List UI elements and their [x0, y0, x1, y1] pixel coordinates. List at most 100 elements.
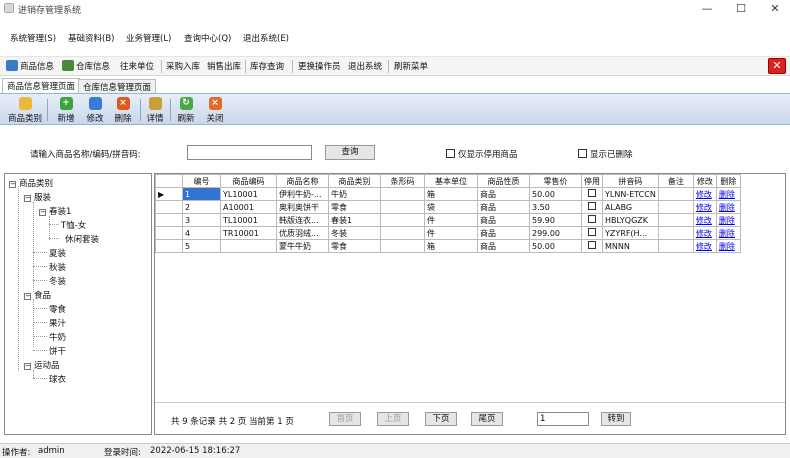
- cell-price[interactable]: 299.00: [529, 226, 582, 240]
- tree-node-juice[interactable]: 果汁: [49, 317, 66, 329]
- cell-barcode[interactable]: [380, 200, 425, 214]
- table-row[interactable]: 3 TL10001 韩版连衣... 春装1 件 商品 59.90 HBLYQGZ…: [155, 213, 741, 227]
- column-header[interactable]: 修改: [692, 174, 717, 188]
- only-disabled-checkbox[interactable]: 仅显示停用商品: [446, 148, 518, 160]
- tree-node-milk[interactable]: 牛奶: [49, 331, 66, 343]
- next-page-button[interactable]: 下页: [425, 412, 457, 426]
- tree-node-biscuits[interactable]: 饼干: [49, 345, 66, 357]
- toolbar-purchase-in[interactable]: 采购入库: [166, 60, 200, 72]
- cell-price[interactable]: 3.50: [529, 200, 582, 214]
- menu-query-center[interactable]: 查询中心(Q): [184, 32, 231, 44]
- tab-product-info[interactable]: 商品信息管理页面: [2, 78, 81, 93]
- delete-button[interactable]: × 删除: [112, 97, 134, 124]
- cell-id[interactable]: 3: [182, 213, 221, 227]
- collapse-icon[interactable]: −: [24, 293, 31, 300]
- table-row[interactable]: ▶ 1 YL10001 伊利牛奶-... 牛奶 箱 商品 50.00 YLNN-…: [155, 187, 741, 201]
- menu-business[interactable]: 业务管理(L): [126, 32, 171, 44]
- cell-barcode[interactable]: [380, 187, 425, 201]
- tree-node-snacks[interactable]: 零食: [49, 303, 66, 315]
- cell-barcode[interactable]: [380, 239, 425, 253]
- cell-name[interactable]: 优质羽绒...: [276, 226, 329, 240]
- row-header[interactable]: [155, 239, 183, 253]
- toolbar-sales-out[interactable]: 销售出库: [207, 60, 241, 72]
- goto-button[interactable]: 转到: [601, 412, 631, 426]
- column-header[interactable]: 商品性质: [477, 174, 530, 188]
- tree-root[interactable]: − 商品类别: [9, 177, 53, 189]
- tab-warehouse-info[interactable]: 仓库信息管理页面: [78, 79, 157, 93]
- cell-barcode[interactable]: [380, 226, 425, 240]
- cell-remark[interactable]: [657, 213, 694, 227]
- cell-nature[interactable]: 商品: [477, 200, 530, 214]
- delete-link[interactable]: 删除: [715, 213, 741, 227]
- cell-code[interactable]: YL10001: [220, 187, 277, 201]
- tree-node-jersey[interactable]: 球衣: [49, 373, 66, 385]
- close-window-button[interactable]: ✕: [758, 0, 790, 17]
- disabled-checkbox[interactable]: [588, 228, 596, 236]
- minimize-button[interactable]: —: [690, 0, 724, 17]
- toolbar-change-operator[interactable]: 更换操作员: [298, 60, 341, 72]
- close-button[interactable]: × 关闭: [204, 97, 226, 124]
- disabled-checkbox[interactable]: [588, 202, 596, 210]
- column-header[interactable]: 商品类别: [328, 174, 381, 188]
- collapse-icon[interactable]: −: [39, 209, 46, 216]
- tree-node-sports[interactable]: − 运动品: [24, 359, 60, 371]
- delete-link[interactable]: 删除: [715, 226, 741, 240]
- column-header[interactable]: 条形码: [380, 174, 425, 188]
- cell-nature[interactable]: 商品: [477, 213, 530, 227]
- cell-category[interactable]: 春装1: [328, 213, 381, 227]
- column-header[interactable]: 备注: [657, 174, 694, 188]
- edit-link[interactable]: 修改: [692, 226, 717, 240]
- cell-unit[interactable]: 袋: [424, 200, 478, 214]
- edit-link[interactable]: 修改: [692, 187, 717, 201]
- disabled-checkbox[interactable]: [588, 241, 596, 249]
- cell-remark[interactable]: [657, 239, 694, 253]
- cell-remark[interactable]: [657, 187, 694, 201]
- column-header[interactable]: 拼音码: [602, 174, 659, 188]
- delete-link[interactable]: 删除: [715, 187, 741, 201]
- delete-link[interactable]: 删除: [715, 200, 741, 214]
- toolbar-stock-query[interactable]: 库存查询: [250, 60, 284, 72]
- maximize-button[interactable]: ☐: [724, 0, 758, 17]
- toolbar-warehouse-info[interactable]: 仓库信息: [62, 60, 110, 72]
- cell-name[interactable]: 韩版连衣...: [276, 213, 329, 227]
- cell-unit[interactable]: 箱: [424, 187, 478, 201]
- tree-node-summer[interactable]: 夏装: [49, 247, 66, 259]
- disabled-checkbox[interactable]: [588, 215, 596, 223]
- tree-node-food[interactable]: − 食品: [24, 289, 51, 301]
- cell-code[interactable]: TL10001: [220, 213, 277, 227]
- cell-name[interactable]: 伊利牛奶-...: [276, 187, 329, 201]
- details-button[interactable]: 详情: [144, 97, 166, 124]
- table-row[interactable]: 5 蒙牛牛奶 零食 箱 商品 50.00 MNNN 修改 删除: [155, 239, 741, 253]
- cell-code[interactable]: TR10001: [220, 226, 277, 240]
- cell-nature[interactable]: 商品: [477, 226, 530, 240]
- category-button[interactable]: 商品类别: [8, 97, 42, 124]
- edit-link[interactable]: 修改: [692, 239, 717, 253]
- delete-link[interactable]: 删除: [715, 239, 741, 253]
- cell-pinyin[interactable]: MNNN: [602, 239, 659, 253]
- current-row-indicator[interactable]: ▶: [155, 187, 183, 201]
- cell-id[interactable]: 4: [182, 226, 221, 240]
- cell-id[interactable]: 1: [182, 187, 221, 201]
- menu-system[interactable]: 系统管理(S): [10, 32, 56, 44]
- disabled-checkbox[interactable]: [588, 189, 596, 197]
- cell-name[interactable]: 蒙牛牛奶: [276, 239, 329, 253]
- column-header[interactable]: 编号: [182, 174, 221, 188]
- cell-barcode[interactable]: [380, 213, 425, 227]
- cell-id[interactable]: 2: [182, 200, 221, 214]
- cell-remark[interactable]: [657, 200, 694, 214]
- cell-price[interactable]: 50.00: [529, 239, 582, 253]
- column-header[interactable]: 商品名称: [276, 174, 329, 188]
- toolbar-product-info[interactable]: 商品信息: [6, 60, 54, 72]
- menu-basic-data[interactable]: 基础资料(B): [68, 32, 114, 44]
- menu-exit[interactable]: 退出系统(E): [243, 32, 289, 44]
- cell-nature[interactable]: 商品: [477, 239, 530, 253]
- edit-link[interactable]: 修改: [692, 213, 717, 227]
- toolbar-refresh-menu[interactable]: 刷新菜单: [394, 60, 428, 72]
- cell-disabled[interactable]: [581, 200, 603, 214]
- search-input[interactable]: [187, 145, 312, 160]
- cell-unit[interactable]: 箱: [424, 239, 478, 253]
- cell-name[interactable]: 奥利奥饼干: [276, 200, 329, 214]
- row-header[interactable]: [155, 200, 183, 214]
- last-page-button[interactable]: 尾页: [471, 412, 503, 426]
- close-tab-icon[interactable]: ✕: [768, 58, 786, 74]
